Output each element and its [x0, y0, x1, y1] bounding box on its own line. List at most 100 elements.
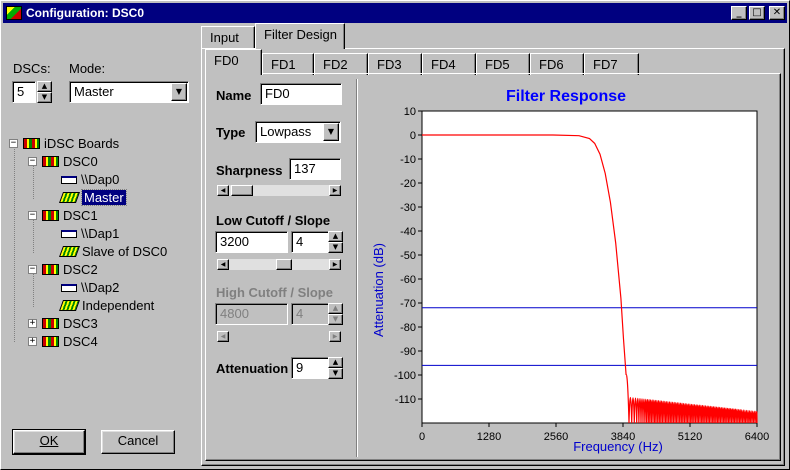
collapse-icon[interactable]: − — [9, 139, 18, 148]
y-tick-label: -70 — [400, 298, 416, 310]
tab-fd7[interactable]: FD7 — [584, 53, 639, 75]
tree-item-dsc0-mode[interactable]: Master — [58, 189, 127, 206]
name-label: Name — [216, 88, 252, 103]
attenuation-input[interactable]: 9 — [291, 357, 329, 379]
app-icon — [6, 6, 22, 20]
tree-root-boards[interactable]: iDSC Boards — [23, 135, 119, 152]
spin-down-icon[interactable]: ▼ — [328, 242, 343, 253]
high-slope-input[interactable]: 4 — [291, 303, 329, 325]
tree-item-dap2[interactable]: \\Dap2 — [61, 279, 119, 296]
slider-thumb[interactable] — [276, 259, 292, 270]
tab-filter-design[interactable]: Filter Design — [255, 23, 345, 49]
x-tick-label: 0 — [419, 431, 425, 443]
dscs-count-input[interactable]: 5 — [12, 81, 36, 103]
low-cutoff-input[interactable]: 3200 — [215, 231, 288, 253]
expand-icon[interactable]: + — [28, 319, 37, 328]
name-input[interactable]: FD0 — [260, 83, 342, 105]
minimize-icon: _ — [736, 7, 742, 18]
y-tick-label: -100 — [394, 370, 416, 382]
window-title: Configuration: DSC0 — [26, 6, 144, 20]
y-tick-label: -10 — [400, 154, 416, 166]
mode-select-value: Master — [74, 84, 114, 99]
tab-fd1[interactable]: FD1 — [262, 53, 314, 75]
tab-fd3[interactable]: FD3 — [368, 53, 422, 75]
low-slope-input[interactable]: 4 — [291, 231, 329, 253]
filter-response-chart: Filter Response Attenuation (dB) Frequen… — [371, 88, 769, 454]
y-axis-label: Attenuation (dB) — [371, 243, 386, 337]
chip-icon — [58, 300, 81, 311]
spin-down-icon[interactable]: ▼ — [328, 314, 343, 325]
spin-down-icon[interactable]: ▼ — [37, 92, 52, 103]
minimize-button[interactable]: _ — [731, 6, 747, 20]
y-tick-label: 10 — [404, 106, 416, 118]
cancel-button[interactable]: Cancel — [101, 430, 175, 454]
spin-up-icon[interactable]: ▲ — [328, 357, 343, 368]
spin-up-icon[interactable]: ▲ — [37, 81, 52, 92]
tab-fd0[interactable]: FD0 — [205, 49, 262, 75]
low-slope-spinner[interactable]: ▲ ▼ — [328, 231, 343, 253]
spin-up-icon[interactable]: ▲ — [328, 231, 343, 242]
scroll-right-icon[interactable]: ▶ — [329, 259, 341, 270]
close-button[interactable]: ✕ — [769, 6, 785, 20]
tree-item-dsc1[interactable]: DSC1 — [42, 207, 98, 224]
boards-icon — [23, 138, 40, 149]
dap-icon — [61, 175, 77, 184]
dscs-spinner[interactable]: ▲ ▼ — [37, 81, 52, 103]
high-cutoff-slider[interactable]: ◀ ▶ — [216, 330, 342, 343]
scroll-left-icon[interactable]: ◀ — [217, 185, 229, 196]
low-cutoff-slider[interactable]: ◀ ▶ — [216, 258, 342, 271]
mode-select[interactable]: Master ▼ — [69, 81, 189, 103]
ok-button[interactable]: OK — [12, 429, 86, 455]
y-tick-label: 0 — [410, 130, 416, 142]
tree-item-dsc2-mode[interactable]: Independent — [58, 297, 154, 314]
tree-item-dsc0[interactable]: DSC0 — [42, 153, 98, 170]
y-tick-label: -80 — [400, 322, 416, 334]
collapse-icon[interactable]: − — [28, 265, 37, 274]
y-tick-label: -30 — [400, 202, 416, 214]
board-icon — [42, 336, 59, 347]
collapse-icon[interactable]: − — [28, 157, 37, 166]
y-tick-label: -60 — [400, 274, 416, 286]
attenuation-label: Attenuation — [216, 361, 289, 376]
tab-fd4[interactable]: FD4 — [422, 53, 476, 75]
tree-item-dap1[interactable]: \\Dap1 — [61, 225, 119, 242]
tree-item-dsc4[interactable]: DSC4 — [42, 333, 98, 350]
tree-item-dsc1-mode[interactable]: Slave of DSC0 — [58, 243, 167, 260]
board-icon — [42, 264, 59, 275]
dscs-label: DSCs: — [13, 61, 51, 76]
collapse-icon[interactable]: − — [28, 211, 37, 220]
spin-down-icon[interactable]: ▼ — [328, 368, 343, 379]
tab-fd5[interactable]: FD5 — [476, 53, 530, 75]
scroll-right-icon[interactable]: ▶ — [329, 331, 341, 342]
title-bar[interactable]: Configuration: DSC0 _ □ ✕ — [3, 3, 787, 23]
chevron-down-icon[interactable]: ▼ — [171, 83, 187, 101]
scroll-right-icon[interactable]: ▶ — [329, 185, 341, 196]
high-cutoff-label: High Cutoff / Slope — [216, 285, 333, 300]
maximize-button[interactable]: □ — [749, 6, 765, 20]
y-tick-label: -40 — [400, 226, 416, 238]
y-tick-label: -90 — [400, 346, 416, 358]
sharpness-input[interactable]: 137 — [289, 158, 341, 180]
tree-item-dsc3[interactable]: DSC3 — [42, 315, 98, 332]
mode-label: Mode: — [69, 61, 106, 76]
attenuation-spinner[interactable]: ▲ ▼ — [328, 357, 343, 379]
scroll-left-icon[interactable]: ◀ — [217, 259, 229, 270]
spin-up-icon[interactable]: ▲ — [328, 303, 343, 314]
slider-thumb[interactable] — [231, 185, 253, 196]
type-select[interactable]: Lowpass ▼ — [255, 121, 341, 143]
high-cutoff-input[interactable]: 4800 — [215, 303, 288, 325]
tree-item-dsc2[interactable]: DSC2 — [42, 261, 98, 278]
maximize-icon: □ — [752, 7, 762, 18]
x-tick-label: 2560 — [544, 431, 568, 443]
tab-fd6[interactable]: FD6 — [530, 53, 584, 75]
sharpness-slider[interactable]: ◀ ▶ — [216, 184, 342, 197]
tree-item-dap0[interactable]: \\Dap0 — [61, 171, 119, 188]
chevron-down-icon[interactable]: ▼ — [323, 123, 339, 141]
tab-input[interactable]: Input — [201, 26, 255, 48]
tab-fd2[interactable]: FD2 — [314, 53, 368, 75]
chip-icon — [58, 246, 81, 257]
expand-icon[interactable]: + — [28, 337, 37, 346]
high-slope-spinner[interactable]: ▲ ▼ — [328, 303, 343, 325]
scroll-left-icon[interactable]: ◀ — [217, 331, 229, 342]
y-tick-label: -110 — [395, 394, 416, 406]
